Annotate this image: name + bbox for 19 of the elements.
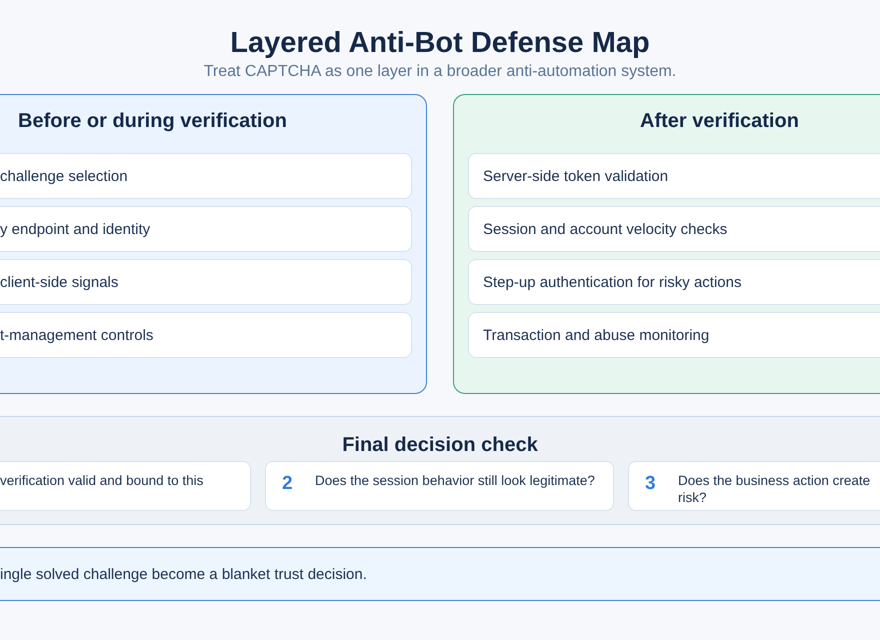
section-heading: Final decision check bbox=[342, 433, 538, 457]
step-number: 2 bbox=[282, 472, 294, 496]
question-text: Does the business action create risk? bbox=[678, 472, 872, 506]
panel-heading: After verification bbox=[639, 109, 800, 133]
note-banner: ingle solved challenge become a blanket trust decision. bbox=[0, 547, 880, 601]
question-text: verification valid and bound to this bbox=[0, 472, 204, 489]
defense-item: Session and account velocity checks bbox=[468, 206, 880, 252]
page-subtitle: Treat CAPTCHA as one layer in a broader anti-automation system. bbox=[204, 63, 676, 81]
defense-item: Server-side token validation bbox=[468, 153, 880, 199]
step-number: 3 bbox=[645, 472, 657, 496]
page-title: Layered Anti-Bot Defense Map bbox=[230, 26, 650, 61]
defense-item: y endpoint and identity bbox=[0, 206, 412, 252]
question-text: Does the session behavior still look legitimate? bbox=[315, 472, 595, 489]
defense-item: t-management controls bbox=[0, 312, 412, 358]
defense-item: Step-up authentication for risky actions bbox=[468, 259, 880, 305]
defense-item: client-side signals bbox=[0, 259, 412, 305]
defense-item: Transaction and abuse monitoring bbox=[468, 312, 880, 358]
panel-heading: Before or during verification bbox=[17, 109, 288, 133]
defense-item: challenge selection bbox=[0, 153, 412, 199]
